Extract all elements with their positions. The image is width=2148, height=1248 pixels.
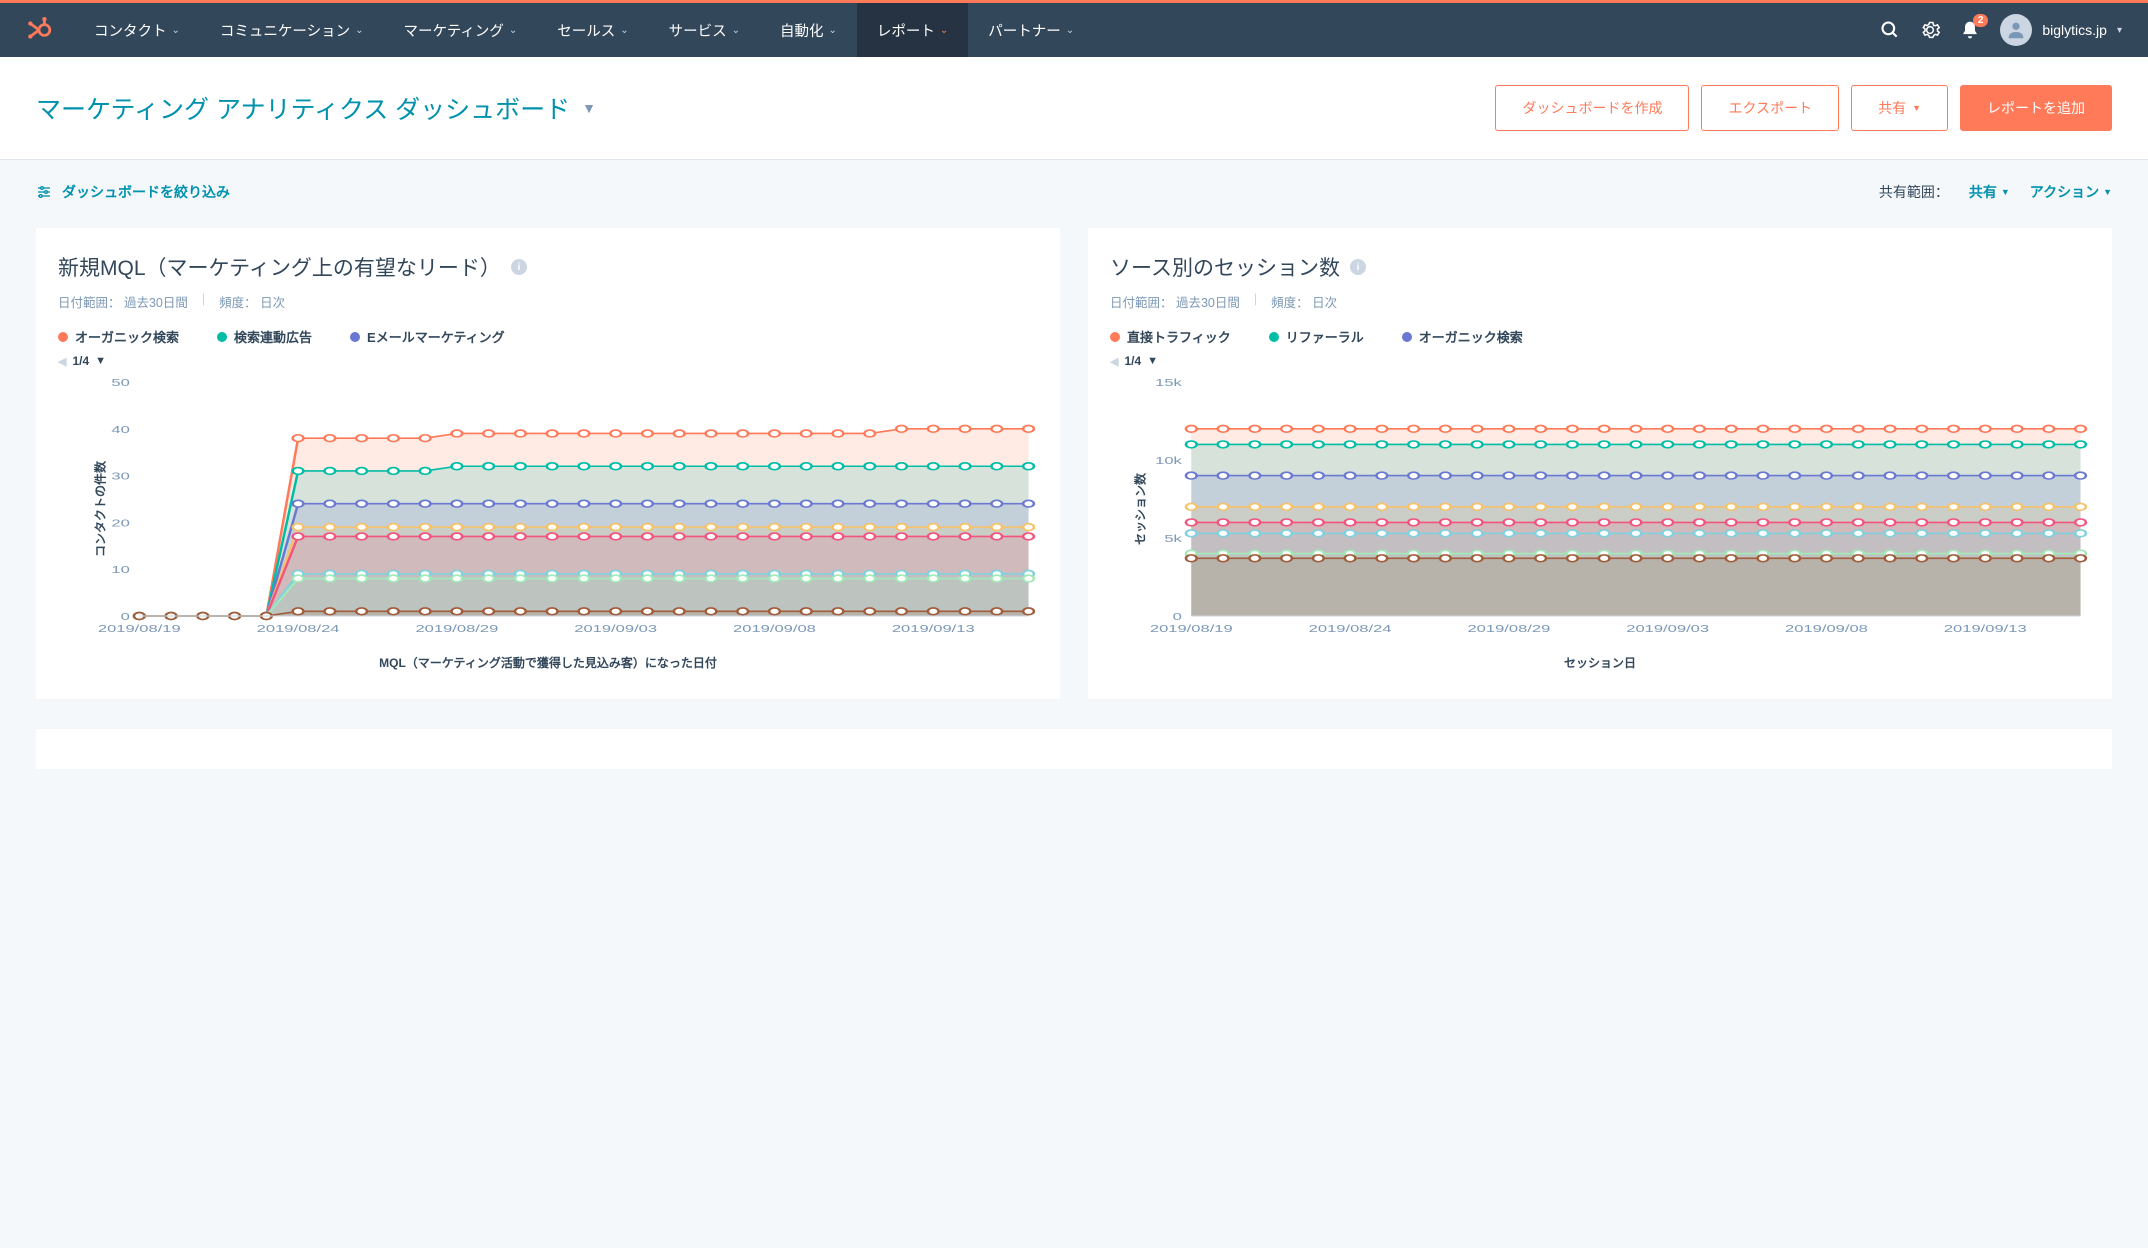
filter-dashboard-link[interactable]: ダッシュボードを絞り込み — [36, 182, 230, 202]
legend-dot — [1402, 332, 1412, 342]
pager-next[interactable]: ▼ — [1147, 355, 1158, 367]
chevron-down-icon: ⌄ — [732, 25, 740, 36]
card-title: 新規MQL（マーケティング上の有望なリード） i — [58, 252, 1038, 282]
nav-item-2[interactable]: マーケティング⌄ — [384, 3, 538, 57]
notifications-badge: 2 — [1973, 14, 1989, 27]
chevron-down-icon: ⌄ — [1066, 25, 1074, 36]
svg-text:2019/08/19: 2019/08/19 — [98, 622, 181, 634]
svg-text:2019/08/19: 2019/08/19 — [1150, 622, 1233, 634]
legend-item[interactable]: オーガニック検索 — [1402, 327, 1523, 346]
svg-text:2019/08/29: 2019/08/29 — [1467, 622, 1550, 634]
svg-text:20: 20 — [111, 517, 130, 529]
legend-item[interactable]: Eメールマーケティング — [350, 327, 505, 346]
main-nav: コンタクト⌄コミュニケーション⌄マーケティング⌄セールス⌄サービス⌄自動化⌄レポ… — [0, 3, 2148, 57]
account-menu[interactable]: biglytics.jp ▾ — [2000, 14, 2122, 46]
legend-item[interactable]: リファーラル — [1269, 327, 1364, 346]
chevron-down-icon: ⌄ — [509, 25, 517, 36]
svg-text:2019/09/03: 2019/09/03 — [574, 622, 657, 634]
card-title: ソース別のセッション数 i — [1110, 252, 2090, 282]
filter-label: ダッシュボードを絞り込み — [62, 182, 230, 202]
nav-item-3[interactable]: セールス⌄ — [537, 3, 648, 57]
y-axis-label: セッション数 — [1132, 473, 1149, 545]
svg-text:0: 0 — [121, 610, 131, 622]
svg-text:10: 10 — [111, 563, 130, 575]
card-meta: 日付範囲： 過去30日間|頻度： 日次 — [58, 292, 1038, 311]
page-title: マーケティング アナリティクス ダッシュボード — [36, 90, 570, 126]
dashboard-title-dropdown[interactable]: マーケティング アナリティクス ダッシュボード ▼ — [36, 90, 596, 126]
legend-dot — [1269, 332, 1279, 342]
svg-text:2019/09/03: 2019/09/03 — [1626, 622, 1709, 634]
create-dashboard-button[interactable]: ダッシュボードを作成 — [1495, 85, 1689, 131]
x-axis-label: MQL（マーケティング活動で獲得した見込み客）になった日付 — [58, 654, 1038, 671]
account-name: biglytics.jp — [2042, 22, 2107, 38]
report-card-1: ソース別のセッション数 i 日付範囲： 過去30日間|頻度： 日次 直接トラフィ… — [1088, 228, 2112, 699]
svg-text:30: 30 — [111, 470, 130, 482]
chevron-down-icon: ⌄ — [355, 25, 363, 36]
svg-text:2019/09/13: 2019/09/13 — [892, 622, 975, 634]
chevron-down-icon: ⌄ — [172, 25, 180, 36]
chart-plot[interactable]: 0 10 20 30 40 50 2019/08/19 2019/08/24 2019/08/2… — [92, 374, 1038, 644]
nav-item-0[interactable]: コンタクト⌄ — [74, 3, 200, 57]
nav-item-6[interactable]: レポート⌄ — [857, 3, 968, 57]
info-icon[interactable]: i — [1350, 259, 1366, 275]
chevron-down-icon: ⌄ — [940, 25, 948, 36]
x-axis-label: セッション日 — [1110, 654, 2090, 671]
chart-plot[interactable]: 0 5k 10k 15k 2019/08/19 2019/08/24 2019/08/29 2… — [1144, 374, 2090, 644]
chevron-down-icon: ▼ — [1912, 103, 1921, 113]
chart-legend: オーガニック検索 検索連動広告 Eメールマーケティング — [58, 327, 1038, 346]
chevron-down-icon: ⌄ — [620, 25, 628, 36]
svg-text:5k: 5k — [1164, 532, 1182, 544]
svg-text:0: 0 — [1173, 610, 1183, 622]
pager-next[interactable]: ▼ — [95, 355, 106, 367]
info-icon[interactable]: i — [511, 259, 527, 275]
report-card-0: 新規MQL（マーケティング上の有望なリード） i 日付範囲： 過去30日間|頻度… — [36, 228, 1060, 699]
legend-dot — [350, 332, 360, 342]
legend-item[interactable]: 検索連動広告 — [217, 327, 312, 346]
nav-item-4[interactable]: サービス⌄ — [649, 3, 760, 57]
svg-text:40: 40 — [111, 423, 130, 435]
nav-item-7[interactable]: パートナー⌄ — [968, 3, 1094, 57]
page-header: マーケティング アナリティクス ダッシュボード ▼ ダッシュボードを作成 エクス… — [0, 57, 2148, 160]
svg-text:2019/09/08: 2019/09/08 — [733, 622, 816, 634]
svg-text:2019/09/13: 2019/09/13 — [1944, 622, 2027, 634]
chevron-down-icon: ⌄ — [829, 25, 837, 36]
gear-icon[interactable] — [1920, 20, 1940, 40]
share-button[interactable]: 共有▼ — [1851, 85, 1948, 131]
svg-text:10k: 10k — [1155, 454, 1182, 466]
legend-pager: ◀ 1/4 ▼ — [58, 354, 1038, 368]
nav-item-1[interactable]: コミュニケーション⌄ — [200, 3, 384, 57]
svg-text:2019/08/29: 2019/08/29 — [415, 622, 498, 634]
svg-text:15k: 15k — [1155, 376, 1182, 388]
avatar — [2000, 14, 2032, 46]
sub-toolbar: ダッシュボードを絞り込み 共有範囲： 共有▼ アクション▼ — [0, 160, 2148, 210]
legend-dot — [217, 332, 227, 342]
svg-text:50: 50 — [111, 376, 130, 388]
legend-dot — [58, 332, 68, 342]
svg-text:2019/08/24: 2019/08/24 — [1309, 622, 1392, 634]
hubspot-logo[interactable] — [4, 17, 74, 43]
next-card-stub — [36, 729, 2112, 769]
pager-prev[interactable]: ◀ — [58, 355, 66, 368]
actions-dropdown[interactable]: アクション▼ — [2030, 182, 2112, 202]
chart-legend: 直接トラフィック リファーラル オーガニック検索 — [1110, 327, 2090, 346]
pager-prev[interactable]: ◀ — [1110, 355, 1118, 368]
legend-item[interactable]: 直接トラフィック — [1110, 327, 1231, 346]
svg-text:2019/09/08: 2019/09/08 — [1785, 622, 1868, 634]
svg-text:2019/08/24: 2019/08/24 — [257, 622, 340, 634]
card-meta: 日付範囲： 過去30日間|頻度： 日次 — [1110, 292, 2090, 311]
add-report-button[interactable]: レポートを追加 — [1960, 85, 2112, 131]
notifications-icon[interactable]: 2 — [1960, 20, 1980, 40]
chevron-down-icon: ▾ — [2117, 25, 2122, 36]
scope-dropdown[interactable]: 共有▼ — [1969, 182, 2010, 202]
scope-label: 共有範囲： — [1879, 182, 1949, 202]
chevron-down-icon: ▼ — [582, 100, 596, 116]
legend-item[interactable]: オーガニック検索 — [58, 327, 179, 346]
y-axis-label: コンタクトの件数 — [92, 461, 109, 557]
search-icon[interactable] — [1880, 20, 1900, 40]
legend-dot — [1110, 332, 1120, 342]
nav-item-5[interactable]: 自動化⌄ — [760, 3, 857, 57]
legend-pager: ◀ 1/4 ▼ — [1110, 354, 2090, 368]
export-button[interactable]: エクスポート — [1701, 85, 1839, 131]
